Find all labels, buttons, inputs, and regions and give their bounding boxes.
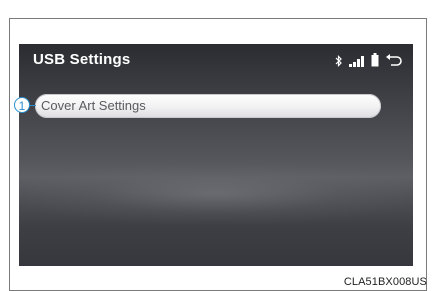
callout-line xyxy=(30,105,36,106)
back-icon[interactable] xyxy=(385,53,403,72)
screen-header: USB Settings xyxy=(19,44,413,80)
cover-art-settings-button[interactable]: Cover Art Settings xyxy=(35,94,381,118)
usb-settings-screen: USB Settings Cover Art Settings xyxy=(19,44,413,266)
bluetooth-icon xyxy=(335,54,343,72)
cover-art-settings-label: Cover Art Settings xyxy=(41,98,146,113)
page: USB Settings Cover Art Settings 1 CLA51B… xyxy=(0,0,433,291)
screen-glow xyxy=(19,164,413,224)
callout-number: 1 xyxy=(14,97,30,113)
battery-icon xyxy=(371,53,379,72)
status-bar xyxy=(335,53,403,72)
signal-icon xyxy=(349,54,365,72)
page-title: USB Settings xyxy=(33,51,131,68)
image-caption: CLA51BX008US xyxy=(343,276,427,288)
